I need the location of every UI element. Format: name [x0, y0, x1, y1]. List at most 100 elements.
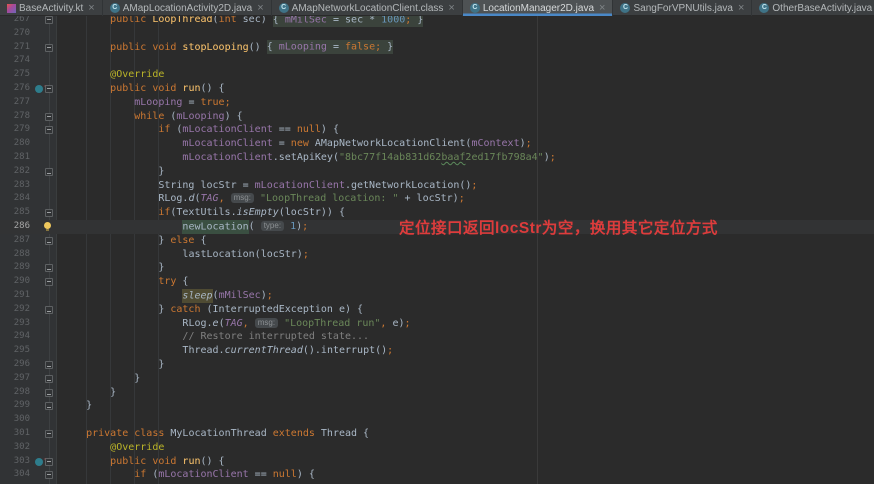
code-text[interactable]: mLooping = true; [56, 96, 874, 110]
line-number: 277 [0, 96, 30, 110]
line-number: 276 [0, 82, 30, 96]
code-text[interactable]: private class MyLocationThread extends T… [56, 427, 874, 441]
code-text[interactable]: public void run() { [56, 455, 874, 469]
gutter-cell: 285 [0, 206, 56, 220]
fold-marker[interactable] [45, 168, 53, 176]
code-text[interactable]: } [56, 358, 874, 372]
tab-label: BaseActivity.kt [19, 3, 83, 14]
code-text[interactable]: } [56, 261, 874, 275]
fold-marker[interactable] [45, 375, 53, 383]
java-class-icon: C [279, 3, 289, 13]
gutter-cell: 302 [0, 441, 56, 455]
param-hint: msg: [231, 193, 254, 203]
tab-amapnetworklocationclient-class[interactable]: CAMapNetworkLocationClient.class× [272, 0, 463, 16]
tab-otherbaseactivity-java[interactable]: COtherBaseActivity.java× [752, 0, 874, 16]
code-line: 299 } [0, 399, 874, 413]
code-text[interactable]: mLocationClient.setApiKey("8bc77f14ab831… [56, 151, 874, 165]
fold-marker[interactable] [45, 402, 53, 410]
right-margin-guide [537, 16, 538, 484]
java-class-icon: C [620, 3, 630, 13]
code-text[interactable]: } catch (InterruptedException e) { [56, 303, 874, 317]
tab-sangforvpnutils-java[interactable]: CSangForVPNUtils.java × [613, 0, 752, 16]
code-line: 279 if (mLocationClient == null) { [0, 123, 874, 137]
override-method-icon[interactable] [35, 85, 43, 93]
tab-close-icon[interactable]: × [738, 3, 744, 13]
line-number: 298 [0, 386, 30, 400]
fold-marker[interactable] [45, 306, 53, 314]
code-line: 298 } [0, 386, 874, 400]
tab-close-icon[interactable]: × [448, 3, 454, 13]
code-text[interactable]: try { [56, 275, 874, 289]
code-text[interactable] [56, 27, 874, 41]
code-text[interactable]: String locStr = mLocationClient.getNetwo… [56, 179, 874, 193]
line-number: 286 [0, 220, 30, 234]
gutter-cell: 297 [0, 372, 56, 386]
fold-marker[interactable] [45, 209, 53, 217]
code-text[interactable]: } [56, 399, 874, 413]
code-line: 295 Thread.currentThread().interrupt(); [0, 344, 874, 358]
code-editor[interactable]: 267 public LoopThread(int sec) { mMilSec… [0, 16, 874, 484]
code-text[interactable]: public void run() { [56, 82, 874, 96]
code-text[interactable]: Thread.currentThread().interrupt(); [56, 344, 874, 358]
code-text[interactable]: if (mLocationClient == null) { [56, 123, 874, 137]
line-number: 271 [0, 41, 30, 55]
tab-baseactivity-kt[interactable]: BaseActivity.kt × [0, 0, 103, 16]
tab-close-icon[interactable]: × [88, 3, 94, 13]
intention-bulb-icon[interactable] [44, 222, 51, 229]
fold-marker[interactable] [45, 361, 53, 369]
gutter-cell: 276 [0, 82, 56, 96]
line-number: 287 [0, 234, 30, 248]
fold-marker[interactable] [45, 430, 53, 438]
tab-locationmanager2d-java[interactable]: CLocationManager2D.java× [463, 0, 614, 16]
code-text[interactable]: public void stopLooping() { mLooping = f… [56, 41, 874, 55]
gutter-cell: 292 [0, 303, 56, 317]
code-line: 280 mLocationClient = new AMapNetworkLoc… [0, 137, 874, 151]
tab-close-icon[interactable]: × [257, 3, 263, 13]
code-text[interactable] [56, 54, 874, 68]
override-method-icon[interactable] [35, 458, 43, 466]
code-text[interactable] [56, 413, 874, 427]
line-number: 283 [0, 179, 30, 193]
gutter-cell: 287 [0, 234, 56, 248]
code-text[interactable]: } [56, 386, 874, 400]
ide-window: BaseActivity.kt×CAMapLocationActivity2D.… [0, 0, 874, 484]
code-line: 292 } catch (InterruptedException e) { [0, 303, 874, 317]
code-text[interactable]: lastLocation(locStr); [56, 248, 874, 262]
code-text[interactable]: } [56, 165, 874, 179]
code-text[interactable]: RLog.d(TAG, msg: "LoopThread location: "… [56, 192, 874, 206]
fold-marker[interactable] [45, 458, 53, 466]
fold-marker[interactable] [45, 126, 53, 134]
kotlin-file-icon [7, 4, 16, 13]
fold-marker[interactable] [45, 44, 53, 52]
gutter-cell: 299 [0, 399, 56, 413]
code-line: 288 lastLocation(locStr); [0, 248, 874, 262]
code-text[interactable]: while (mLooping) { [56, 110, 874, 124]
gutter-cell: 281 [0, 151, 56, 165]
fold-marker[interactable] [45, 237, 53, 245]
tab-amaplocationactivity2d-java[interactable]: CAMapLocationActivity2D.java× [103, 0, 272, 16]
gutter-cell: 282 [0, 165, 56, 179]
tab-label: SangForVPNUtils.java [633, 3, 732, 14]
code-text[interactable]: sleep(mMilSec); [56, 289, 874, 303]
fold-marker[interactable] [45, 389, 53, 397]
code-text[interactable]: mLocationClient = new AMapNetworkLocatio… [56, 137, 874, 151]
fold-marker[interactable] [45, 113, 53, 121]
code-text[interactable]: @Override [56, 68, 874, 82]
tab-close-icon[interactable]: × [599, 3, 605, 13]
gutter-cell: 304 [0, 468, 56, 482]
fold-marker[interactable] [45, 278, 53, 286]
fold-marker[interactable] [45, 471, 53, 479]
code-text[interactable]: // Restore interrupted state... [56, 330, 874, 344]
code-text[interactable]: RLog.e(TAG, msg: "LoopThread run", e); [56, 317, 874, 331]
gutter-cell: 275 [0, 68, 56, 82]
code-text[interactable]: } [56, 372, 874, 386]
gutter-cell: 274 [0, 54, 56, 68]
fold-marker[interactable] [45, 16, 53, 24]
code-line: 300 [0, 413, 874, 427]
fold-marker[interactable] [45, 85, 53, 93]
code-text[interactable]: @Override [56, 441, 874, 455]
fold-marker[interactable] [45, 264, 53, 272]
gutter-cell: 277 [0, 96, 56, 110]
code-text[interactable]: if (mLocationClient == null) { [56, 468, 874, 482]
annotation-text: 定位接口返回locStr为空，换用其它定位方式 [399, 216, 718, 238]
